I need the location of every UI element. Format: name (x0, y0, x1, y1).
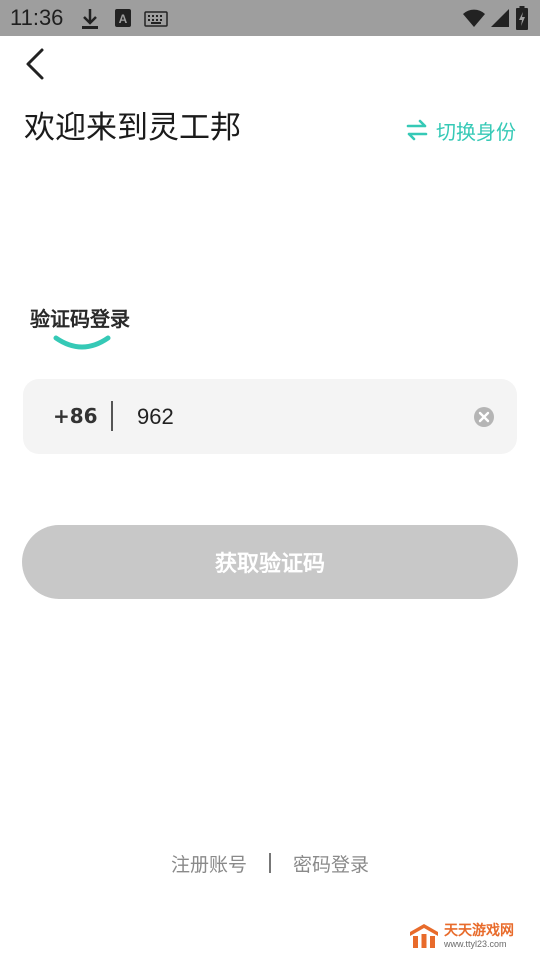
download-icon (82, 9, 98, 29)
clear-circle-icon[interactable] (473, 406, 495, 428)
field-divider (111, 401, 113, 431)
watermark: 天天游戏网 www.ttyl23.com (408, 922, 514, 950)
register-link[interactable]: 注册账号 (171, 850, 247, 877)
a-notification-icon: A (115, 9, 131, 27)
phone-input[interactable] (135, 397, 459, 437)
tab-active-indicator (53, 335, 111, 350)
watermark-logo-icon (410, 924, 438, 948)
footer-divider (269, 853, 271, 873)
tab-sms-login[interactable]: 验证码登录 (30, 304, 130, 334)
keyboard-icon (144, 11, 168, 27)
watermark-name: 天天游戏网 (444, 922, 514, 939)
switch-identity-label: 切换身份 (436, 119, 516, 144)
footer-links: 注册账号 密码登录 (0, 848, 540, 878)
watermark-url: www.ttyl23.com (444, 938, 507, 949)
swap-arrows-icon (406, 119, 428, 141)
chevron-left-icon (26, 48, 44, 80)
switch-identity-button[interactable]: 切换身份 (406, 114, 516, 146)
battery-icon (516, 6, 528, 30)
country-code[interactable]: +86 (53, 401, 98, 431)
page-title: 欢迎来到灵工邦 (24, 110, 241, 146)
svg-text:A: A (119, 12, 128, 26)
signal-icon (491, 9, 509, 27)
status-bar: 11:36 A (0, 0, 540, 36)
status-time: 11:36 (10, 5, 64, 30)
password-login-link[interactable]: 密码登录 (293, 850, 369, 877)
phone-field: +86 (23, 379, 517, 454)
back-button[interactable] (18, 44, 58, 84)
get-verification-code-button[interactable]: 获取验证码 (22, 525, 518, 599)
wifi-icon (463, 9, 485, 27)
